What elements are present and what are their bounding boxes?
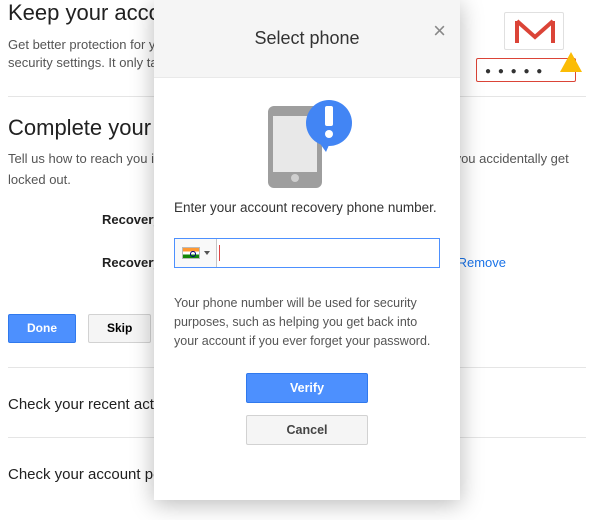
chevron-down-icon bbox=[204, 251, 210, 255]
modal-title: Select phone bbox=[254, 28, 359, 49]
phone-number-input[interactable] bbox=[220, 239, 439, 267]
verify-button[interactable]: Verify bbox=[246, 373, 368, 403]
done-button[interactable]: Done bbox=[8, 314, 76, 343]
skip-button[interactable]: Skip bbox=[88, 314, 151, 343]
modal-prompt: Enter your account recovery phone number… bbox=[174, 198, 440, 218]
modal-header: Select phone × bbox=[154, 0, 460, 78]
exclamation-bubble-icon bbox=[306, 100, 352, 146]
select-phone-modal: Select phone × Enter your account recove… bbox=[154, 0, 460, 500]
cancel-button[interactable]: Cancel bbox=[246, 415, 368, 445]
modal-info-text: Your phone number will be used for secur… bbox=[174, 294, 440, 350]
phone-input-group bbox=[174, 238, 440, 268]
remove-link[interactable]: Remove bbox=[458, 255, 506, 270]
gmail-icon bbox=[504, 12, 564, 50]
flag-india-icon bbox=[182, 247, 200, 259]
close-icon[interactable]: × bbox=[433, 20, 446, 42]
phone-alert-illustration bbox=[262, 100, 352, 188]
country-selector[interactable] bbox=[175, 239, 217, 267]
warning-icon bbox=[560, 52, 582, 72]
